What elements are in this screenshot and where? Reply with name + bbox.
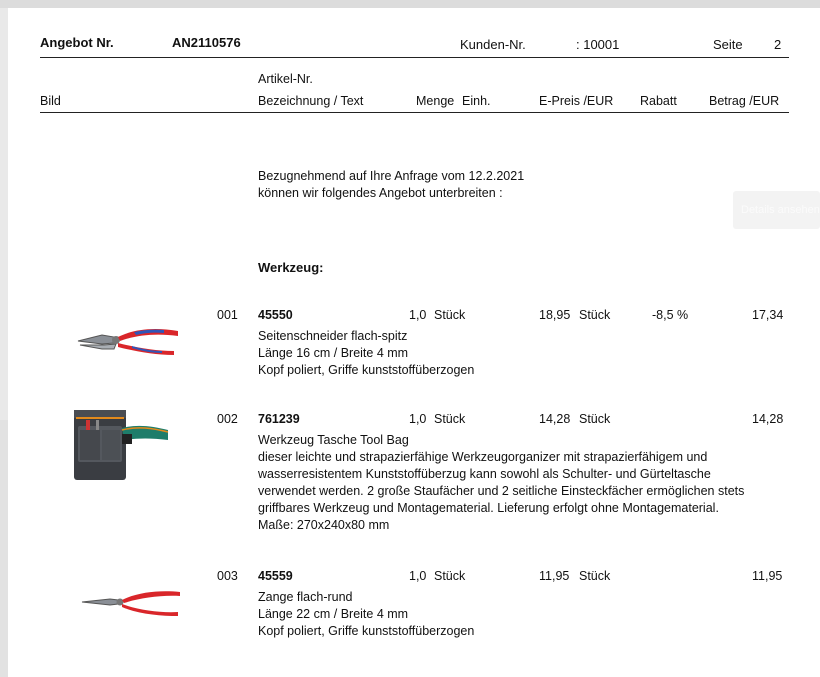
item-preis-einh: Stück [579,412,611,426]
item-epreis: 14,28 [539,412,571,426]
item-pos: 002 [217,412,238,426]
col-bezeichnung: Bezeichnung / Text [258,94,364,108]
item-description-line: dieser leichte und strapazierfähige Werk… [258,450,708,464]
col-menge: Menge [416,94,455,108]
item-pos: 001 [217,308,238,322]
details-side-button[interactable]: Details ansehen [733,191,820,229]
item-description-line: Seitenschneider flach-spitz [258,329,408,343]
item-artikel: 45559 [258,569,293,583]
item-description-line: verwendet werden. 2 große Staufächer und… [258,484,745,498]
item-menge: 1,0 [409,412,427,426]
item-betrag: 14,28 [752,412,784,426]
col-einh: Einh. [462,94,491,108]
viewer-top-bar [0,0,820,8]
col-rabatt: Rabatt [640,94,677,108]
item-preis-einh: Stück [579,569,611,583]
angebot-number: AN2110576 [172,35,241,50]
round-nose-pliers-image [81,591,180,616]
item-artikel: 45550 [258,308,293,322]
item-description-line: Zange flach-rund [258,590,353,604]
document-page: Angebot Nr. AN2110576 Kunden-Nr. : 10001… [8,8,820,677]
item-description: Seitenschneider flach-spitz Länge 16 cm … [258,328,474,379]
item-betrag: 17,34 [752,308,784,322]
item-description: Werkzeug Tasche Tool Bag dieser leichte … [258,432,744,534]
col-epreis: E-Preis /EUR [539,94,614,108]
item-description-line: Länge 22 cm / Breite 4 mm [258,607,409,621]
col-artikel-nr: Artikel-Nr. [258,72,313,86]
item-betrag: 11,95 [752,569,783,583]
item-epreis: 18,95 [539,308,571,322]
item-description-line: Werkzeug Tasche Tool Bag [258,433,409,447]
side-cutter-pliers-image [77,329,178,355]
column-header-divider [40,112,789,113]
kunden-value: : 10001 [576,37,620,52]
kunden-label: Kunden-Nr. [460,37,526,52]
item-description-line: Maße: 270x240x80 mm [258,518,390,532]
item-description: Zange flach-rund Länge 22 cm / Breite 4 … [258,589,474,640]
viewer-left-shadow [0,420,8,677]
seite-value: 2 [774,37,782,52]
header-divider [40,57,789,58]
col-betrag: Betrag /EUR [709,94,780,108]
intro-line-2: können wir folgendes Angebot unterbreite… [258,186,503,200]
item-description-line: Länge 16 cm / Breite 4 mm [258,346,409,360]
item-menge: 1,0 [409,569,427,583]
angebot-label: Angebot Nr. [40,35,114,50]
item-einh: Stück [434,569,466,583]
item-epreis: 11,95 [539,569,570,583]
item-einh: Stück [434,308,466,322]
item-preis-einh: Stück [579,308,611,322]
tool-bag-image [74,410,169,480]
item-description-line: griffbares Werkzeug und Montagematerial.… [258,501,719,515]
seite-label: Seite [713,37,743,52]
col-bild: Bild [40,94,61,108]
intro-line-1: Bezugnehmend auf Ihre Anfrage vom 12.2.2… [258,169,525,183]
item-menge: 1,0 [409,308,427,322]
item-artikel: 761239 [258,412,300,426]
item-rabatt: -8,5 % [652,308,689,322]
item-einh: Stück [434,412,466,426]
item-description-line: wasserresistentem Kunststoffüberzug kann… [258,467,711,481]
item-description-line: Kopf poliert, Griffe kunststoffüberzogen [258,363,475,377]
item-pos: 003 [217,569,238,583]
item-description-line: Kopf poliert, Griffe kunststoffüberzogen [258,624,475,638]
section-title: Werkzeug: [258,260,324,275]
